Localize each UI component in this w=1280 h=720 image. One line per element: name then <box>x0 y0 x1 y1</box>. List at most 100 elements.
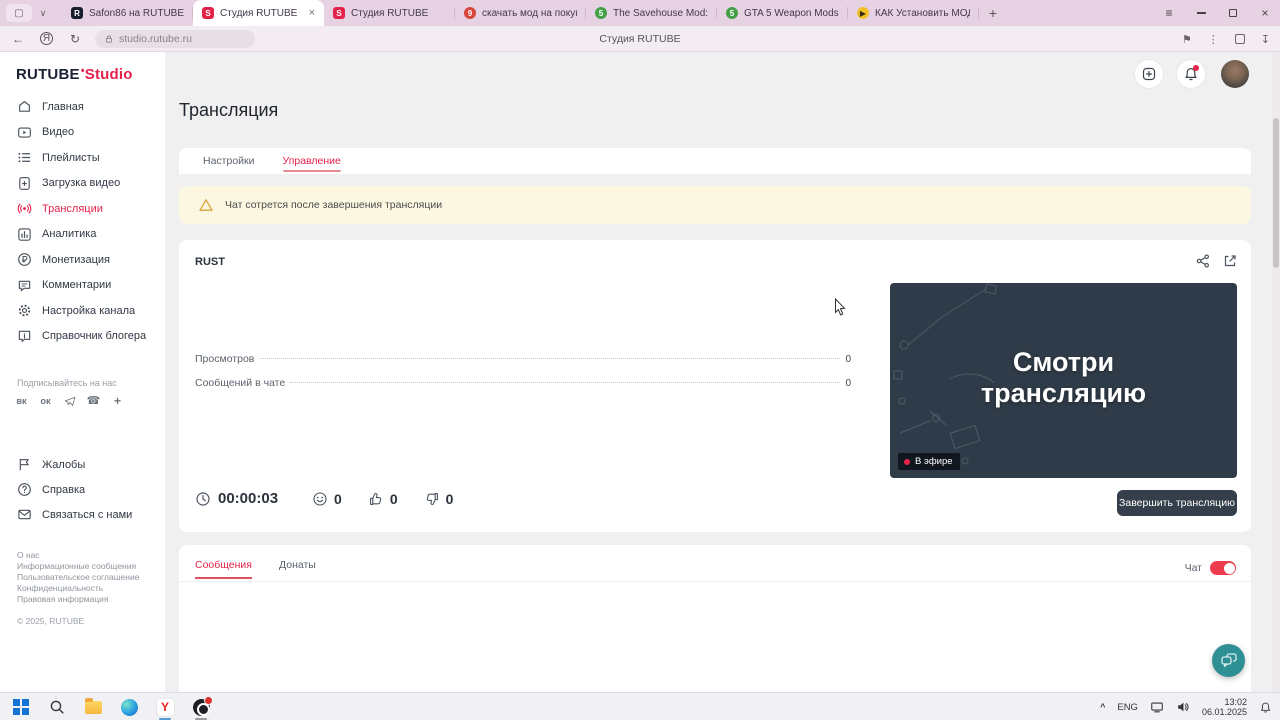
viewers-icon <box>313 491 327 506</box>
live-badge: В эфире <box>898 453 960 470</box>
close-tab-icon[interactable]: × <box>309 7 315 19</box>
ruble-icon <box>18 253 31 267</box>
sidebar-item-home[interactable]: Главная <box>0 94 165 120</box>
bookmark-icon[interactable]: ⚑ <box>1182 33 1192 46</box>
thumb-down-icon <box>426 492 438 505</box>
chevron-down-icon[interactable]: ∨ <box>34 4 52 22</box>
telegram-icon[interactable] <box>62 393 77 408</box>
taskbar-clock[interactable]: 13:02 06.01.2025 <box>1202 697 1247 718</box>
new-tab-button[interactable]: + <box>983 3 1003 23</box>
tab-panel-button[interactable]: ▢ <box>6 4 32 22</box>
more-socials-icon[interactable]: + <box>110 393 125 408</box>
notification-dot <box>1193 65 1199 71</box>
gear-icon <box>18 305 31 317</box>
odnoklassniki-icon[interactable]: ок <box>38 393 53 408</box>
warning-triangle-icon <box>199 199 213 211</box>
likes-counter[interactable]: 0 <box>368 491 398 507</box>
sidebar-item-monetization[interactable]: Монетизация <box>0 247 165 273</box>
browser-tab[interactable]: S Студия RUTUBE <box>324 0 455 26</box>
chat-card: Сообщения Донаты Чат <box>179 545 1251 692</box>
scrollbar[interactable] <box>1272 52 1280 692</box>
analytics-icon <box>18 228 31 241</box>
tab-donations[interactable]: Донаты <box>279 559 316 579</box>
volume-icon[interactable] <box>1176 700 1190 714</box>
end-stream-button[interactable]: Завершить трансляцию <box>1117 490 1237 516</box>
taskbar-search[interactable] <box>46 696 68 718</box>
collections-icon[interactable] <box>1234 34 1245 44</box>
sidebar-item-blogger-guide[interactable]: Справочник блогера <box>0 324 165 350</box>
footer-link-info[interactable]: Информационные сообщения <box>17 561 139 572</box>
obs-studio-button[interactable] <box>190 695 213 720</box>
file-explorer-button[interactable] <box>82 696 104 718</box>
footer-link-privacy[interactable]: Конфиденциальность <box>17 583 139 594</box>
browser-tab[interactable]: R Safon86 на RUTUBE: 13 ш <box>62 0 193 26</box>
sidebar-item-upload[interactable]: Загрузка видео <box>0 171 165 197</box>
notifications-button[interactable] <box>1177 60 1205 88</box>
back-icon[interactable]: ← <box>4 32 32 46</box>
edge-button[interactable] <box>118 696 140 718</box>
sidebar-item-contact-us[interactable]: Связаться с нами <box>0 502 165 527</box>
date: 06.01.2025 <box>1201 707 1247 717</box>
vk-icon[interactable]: вк <box>14 393 29 408</box>
dislikes-counter[interactable]: 0 <box>424 491 453 507</box>
share-icon <box>1196 254 1210 268</box>
support-chat-button[interactable] <box>1212 644 1245 677</box>
footer-link-legal[interactable]: Правовая информация <box>17 594 139 605</box>
start-button[interactable] <box>10 696 32 718</box>
sidebar-item-analytics[interactable]: Аналитика <box>0 222 165 248</box>
sidebar-item-playlists[interactable]: Плейлисты <box>0 145 165 171</box>
create-button[interactable] <box>1135 60 1163 88</box>
browser-tab-active[interactable]: S Студия RUTUBE × <box>193 0 324 26</box>
stream-name: RUST <box>195 256 225 268</box>
sidebar-item-help[interactable]: Справка <box>0 477 165 502</box>
obs-icon <box>192 695 213 716</box>
mod-site-favicon: 9 <box>464 7 476 19</box>
sidebar-item-video[interactable]: Видео <box>0 120 165 146</box>
comments-icon <box>18 280 31 291</box>
sidebar-item-complaints[interactable]: Жалобы <box>0 452 165 477</box>
page-title: Трансляция <box>179 100 279 120</box>
tab-management[interactable]: Управление <box>282 148 342 174</box>
browser-tab-bar: ▢ ∨ R Safon86 на RUTUBE: 13 ш S Студия R… <box>0 0 1280 26</box>
open-stream-button[interactable] <box>1222 253 1238 274</box>
rutube-studio-logo[interactable]: RUTUBE•Studio <box>16 65 133 83</box>
yandex-home-icon[interactable]: Я <box>40 32 53 45</box>
viber-icon[interactable]: ☎ <box>86 393 101 408</box>
chat-bubbles-icon <box>1220 652 1237 667</box>
chat-toggle[interactable] <box>1210 561 1236 575</box>
browser-tab[interactable]: 5 The Savehouse Mod: Hou <box>586 0 717 26</box>
dotted-leader <box>259 358 841 359</box>
footer-link-about[interactable]: О нас <box>17 550 139 561</box>
sidebar-item-channel-settings[interactable]: Настройка канала <box>0 298 165 324</box>
tray-chevron-icon[interactable]: ^ <box>1100 702 1105 712</box>
more-vertical-icon[interactable]: ⋮ <box>1208 33 1219 46</box>
refresh-icon[interactable]: ↻ <box>61 32 89 46</box>
browser-menu-icon[interactable]: ≡ <box>1162 6 1176 20</box>
rutube-studio-app: RUTUBE•Studio Главная Видео Плейлисты За… <box>0 52 1280 692</box>
downloads-icon[interactable]: ↧ <box>1261 33 1270 46</box>
browser-tab[interactable]: 5 GTA 5 Weapon Mods - GT <box>717 0 848 26</box>
close-window-icon[interactable]: × <box>1258 6 1272 20</box>
language-indicator[interactable]: ENG <box>1117 702 1138 713</box>
sidebar-item-broadcasts[interactable]: Трансляции <box>0 196 165 222</box>
yandex-browser-button[interactable]: Y <box>154 696 176 720</box>
network-icon[interactable] <box>1150 700 1164 714</box>
subscribe-label: Подписывайтесь на нас <box>17 378 117 388</box>
sidebar-item-comments[interactable]: Комментарии <box>0 273 165 299</box>
tab-settings[interactable]: Настройки <box>203 148 255 174</box>
url-field[interactable]: studio.rutube.ru <box>95 29 255 48</box>
tab-messages[interactable]: Сообщения <box>195 559 252 579</box>
restore-window-icon[interactable] <box>1226 6 1240 20</box>
toggle-knob <box>1223 562 1235 574</box>
search-icon <box>50 700 64 714</box>
browser-tab[interactable]: 9 скачать мод на покупку д <box>455 0 586 26</box>
avatar[interactable] <box>1221 60 1249 88</box>
viewers-counter: 0 <box>312 491 342 507</box>
minimize-window-icon[interactable] <box>1194 6 1208 20</box>
share-button[interactable] <box>1195 253 1211 274</box>
scrollbar-thumb[interactable] <box>1273 118 1279 268</box>
browser-tab[interactable]: ▶ КАК Установить МОД НА <box>848 0 979 26</box>
footer-link-terms[interactable]: Пользовательское соглашение <box>17 572 139 583</box>
stream-preview[interactable]: Смотри трансляцию В эфире <box>890 283 1237 478</box>
notifications-tray-icon[interactable] <box>1259 701 1272 714</box>
